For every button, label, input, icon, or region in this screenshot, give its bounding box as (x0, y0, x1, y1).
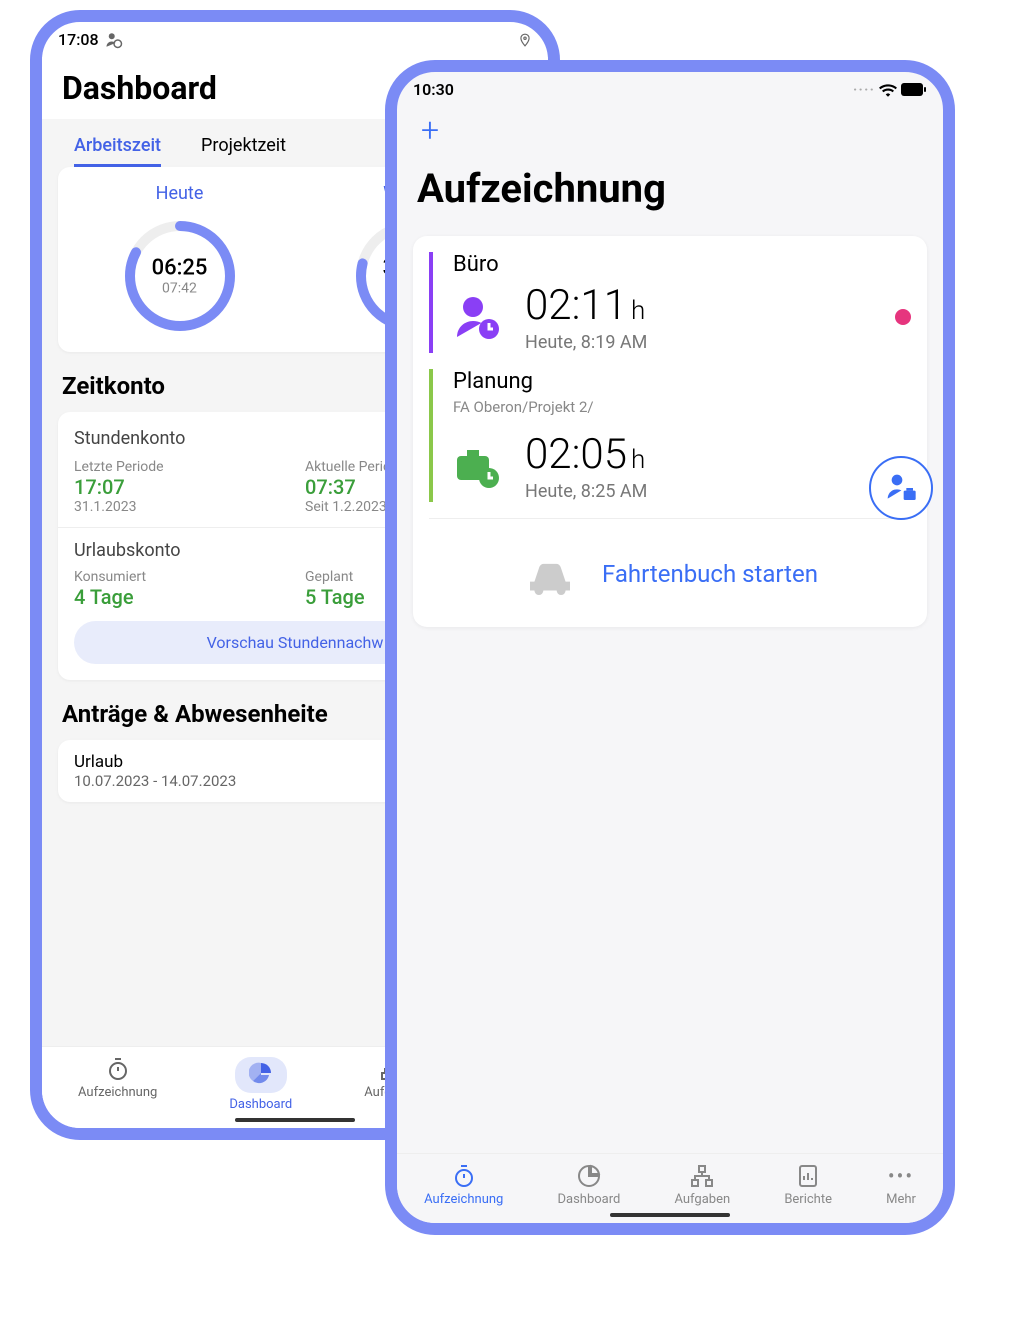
home-indicator (610, 1213, 730, 1217)
phone-aufzeichnung: 10:30 ···· + Aufzeichnung Büro 02:11h He… (385, 60, 955, 1235)
stopwatch-icon (106, 1057, 130, 1081)
consumed-value: 4 Tage (74, 585, 285, 609)
pie-chart-icon (577, 1164, 601, 1188)
nav-berichte[interactable]: Berichte (784, 1164, 832, 1207)
ring-value: 06:25 (152, 256, 208, 281)
more-icon: ••• (888, 1164, 914, 1188)
last-period-value: 17:07 (74, 475, 285, 499)
car-icon (522, 555, 578, 595)
nav-dashboard[interactable]: Dashboard (229, 1057, 292, 1112)
nav-label: Dashboard (557, 1192, 620, 1207)
entry-planung[interactable]: Planung FA Oberon/Projekt 2/ 02:05h Heut… (429, 369, 911, 502)
nav-label: Aufzeichnung (424, 1192, 503, 1207)
entry-time: 02:05 (525, 430, 627, 479)
wifi-icon (879, 83, 897, 97)
tab-arbeitszeit[interactable]: Arbeitszeit (74, 127, 161, 167)
fahrtenbuch-button[interactable]: Fahrtenbuch starten (429, 539, 911, 619)
entry-title: Büro (453, 252, 911, 277)
entry-when: Heute, 8:19 AM (525, 332, 871, 353)
entry-subtitle: FA Oberon/Projekt 2/ (453, 398, 911, 416)
status-time: 10:30 (413, 80, 454, 99)
battery-icon (901, 83, 927, 96)
stopwatch-icon (452, 1164, 476, 1188)
last-period-label: Letzte Periode (74, 459, 285, 475)
location-icon (518, 33, 532, 47)
user-clock-icon (105, 31, 123, 49)
nav-label: Berichte (784, 1192, 832, 1207)
person-briefcase-icon (885, 472, 917, 504)
entry-title: Planung (453, 369, 911, 394)
home-indicator (235, 1118, 355, 1122)
last-period-date: 31.1.2023 (74, 499, 285, 515)
ring-label: Heute (74, 183, 285, 204)
pie-chart-icon (249, 1061, 273, 1085)
divider (429, 518, 911, 519)
nav-aufgaben[interactable]: Aufgaben (674, 1164, 730, 1207)
sitemap-icon (690, 1164, 714, 1188)
entry-unit: h (631, 296, 645, 326)
entry-unit: h (631, 445, 645, 475)
nav-mehr[interactable]: ••• Mehr (886, 1164, 916, 1207)
nav-aufzeichnung[interactable]: Aufzeichnung (424, 1164, 503, 1207)
status-bar: 17:08 (42, 22, 548, 57)
cellular-icon: ···· (853, 80, 875, 99)
briefcase-clock-icon (453, 442, 501, 490)
ring-heute[interactable]: Heute 06:25 07:42 (74, 183, 285, 336)
fahrtenbuch-label: Fahrtenbuch starten (602, 559, 818, 590)
nav-label: Dashboard (229, 1097, 292, 1112)
report-icon (796, 1164, 820, 1188)
nav-label: Mehr (886, 1192, 916, 1207)
person-clock-icon (453, 293, 501, 341)
page-title: Aufzeichnung (413, 153, 927, 224)
add-button[interactable]: + (413, 107, 927, 153)
nav-aufzeichnung[interactable]: Aufzeichnung (78, 1057, 157, 1112)
status-time: 17:08 (58, 30, 99, 49)
nav-label: Aufzeichnung (78, 1085, 157, 1100)
tab-projektzeit[interactable]: Projektzeit (201, 127, 286, 167)
nav-dashboard[interactable]: Dashboard (557, 1164, 620, 1207)
urlaubskonto-title: Urlaubskonto (74, 540, 181, 561)
entry-buero[interactable]: Büro 02:11h Heute, 8:19 AM (429, 252, 911, 353)
consumed-label: Konsumiert (74, 569, 285, 585)
entry-time: 02:11 (525, 281, 627, 330)
status-bar: 10:30 ···· (397, 72, 943, 107)
switch-activity-button[interactable] (869, 456, 933, 520)
entry-when: Heute, 8:25 AM (525, 481, 871, 502)
nav-label: Aufgaben (674, 1192, 730, 1207)
recording-indicator-icon (895, 309, 911, 325)
recording-card: Büro 02:11h Heute, 8:19 AM Planung FA Ob… (413, 236, 927, 627)
ring-target: 07:42 (152, 281, 208, 297)
